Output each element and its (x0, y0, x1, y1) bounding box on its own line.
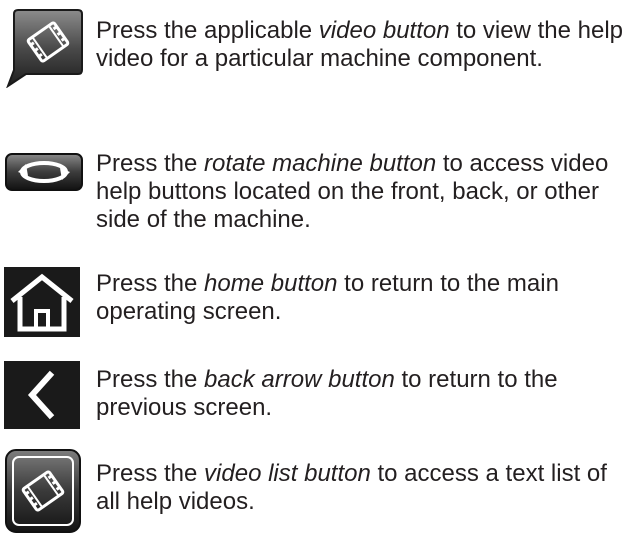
help-item-text: Press the home button to return to the m… (96, 270, 636, 326)
help-item-text: Press the rotate machine button to acces… (96, 150, 636, 234)
help-item-back-arrow: Press the back arrow button to return to… (0, 356, 638, 436)
help-text-emphasis: video list button (204, 460, 371, 487)
help-item-text: Press the applicable video button to vie… (96, 17, 636, 73)
video-list-icon (4, 448, 82, 539)
help-text-emphasis: rotate machine button (204, 150, 437, 177)
help-item-video-list: Press the video list button to access a … (0, 448, 638, 537)
help-text-emphasis: home button (204, 270, 338, 297)
home-icon (4, 267, 80, 342)
help-item-home: Press the home button to return to the m… (0, 262, 638, 342)
help-text-emphasis: video button (318, 17, 450, 44)
back-arrow-icon (4, 361, 80, 434)
help-item-text: Press the video list button to access a … (96, 460, 636, 516)
help-text-before: Press the (96, 150, 205, 177)
help-text-before: Press the applicable (96, 17, 319, 44)
video-button-icon (4, 8, 84, 93)
rotate-machine-icon (4, 152, 84, 197)
help-text-before: Press the (96, 270, 205, 297)
help-text-emphasis: back arrow button (204, 366, 395, 393)
help-text-before: Press the (96, 460, 205, 487)
help-item-text: Press the back arrow button to return to… (96, 366, 636, 422)
help-item-video-button: Press the applicable video button to vie… (0, 0, 638, 100)
help-item-rotate-machine: Press the rotate machine button to acces… (0, 140, 638, 240)
help-text-before: Press the (96, 366, 205, 393)
